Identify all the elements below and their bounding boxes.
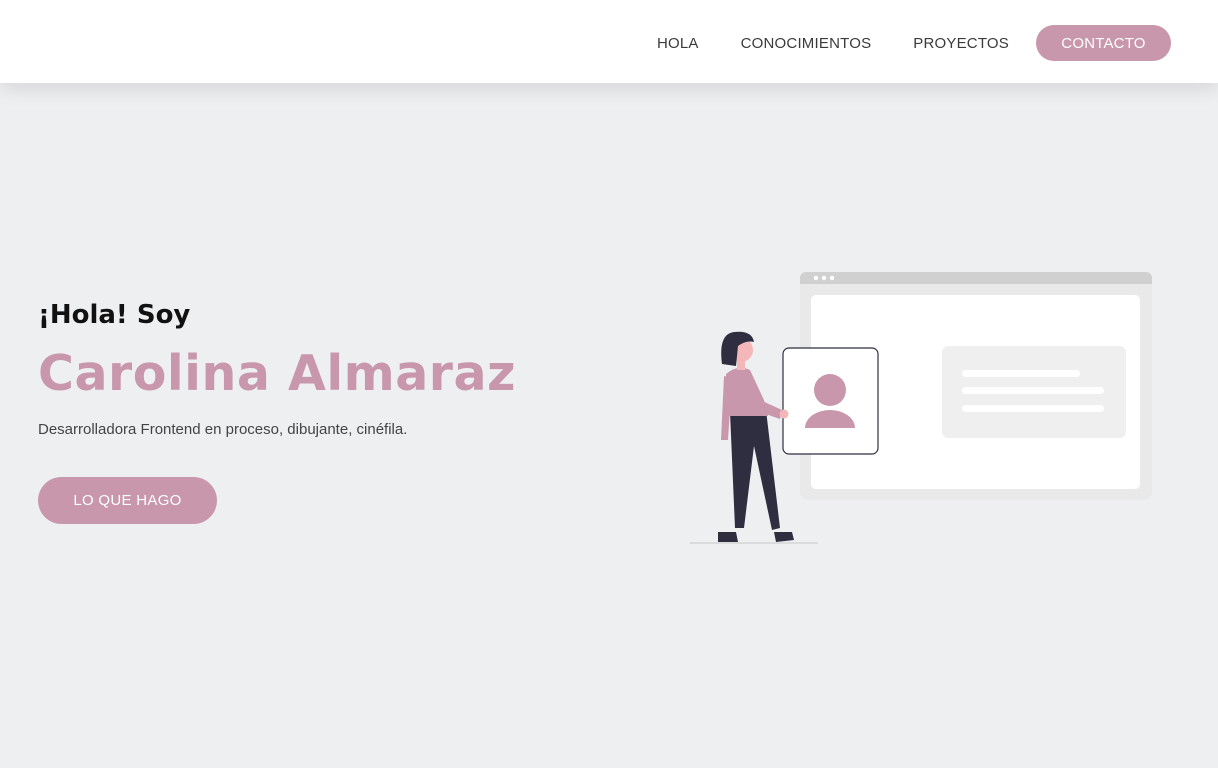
nav-link-proyectos[interactable]: PROYECTOS: [913, 35, 1009, 52]
what-i-do-button[interactable]: LO QUE HAGO: [38, 477, 217, 524]
illustration-svg: [690, 272, 1152, 544]
nav-link-conocimientos[interactable]: CONOCIMIENTOS: [741, 35, 872, 52]
profile-card-icon: [782, 347, 879, 455]
nav-links: HOLA CONOCIMIENTOS PROYECTOS CONTACTO: [657, 25, 1171, 61]
navbar: HOLA CONOCIMIENTOS PROYECTOS CONTACTO: [0, 0, 1218, 83]
hero-name: Carolina Almaraz: [38, 345, 517, 402]
hero-section: ¡Hola! Soy Carolina Almaraz Desarrollado…: [38, 298, 598, 524]
hero-illustration: [688, 270, 1158, 546]
nav-link-hola[interactable]: HOLA: [657, 35, 699, 52]
hero-greeting: ¡Hola! Soy: [38, 300, 191, 330]
page: HOLA CONOCIMIENTOS PROYECTOS CONTACTO ¡H…: [0, 0, 1218, 768]
hero-tagline: Desarrolladora Frontend en proceso, dibu…: [38, 421, 408, 438]
contact-button[interactable]: CONTACTO: [1036, 25, 1171, 61]
